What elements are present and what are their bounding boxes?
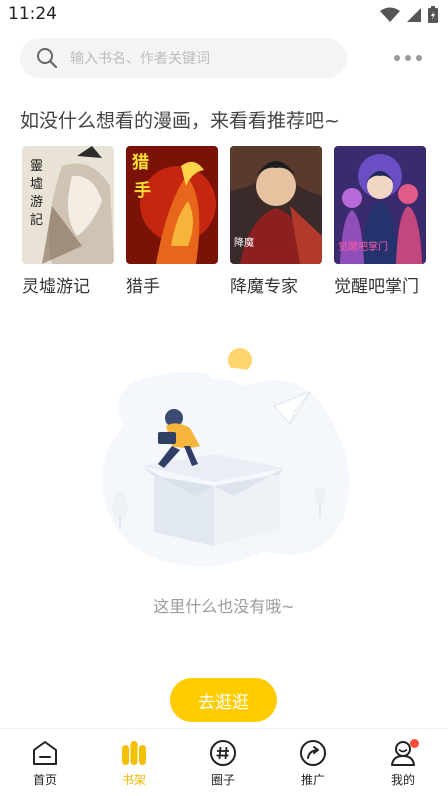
go-browse-button[interactable]: 去逛逛 [170,678,277,722]
book-cover[interactable]: 觉醒吧掌门 [334,146,426,264]
book-cover[interactable]: 猎 手 [126,146,218,264]
book-title: 灵墟游记 [22,277,90,297]
more-dot-icon [416,55,422,61]
svg-text:猎: 猎 [132,152,149,173]
book-item[interactable]: 靈 墟 游 記 灵墟游记 [22,146,114,297]
notification-badge [410,739,419,748]
more-options-button[interactable] [388,42,428,74]
search-placeholder: 输入书名、作者关键词 [70,51,210,67]
svg-text:手: 手 [134,180,151,201]
tab-label: 书架 [121,773,146,787]
search-input[interactable]: 输入书名、作者关键词 [20,38,347,78]
svg-text:降魔: 降魔 [234,236,254,249]
tab-home[interactable]: 首页 [0,729,90,796]
empty-box-illustration [102,348,349,567]
search-icon [37,48,58,69]
empty-state-text: 这里什么也没有哦~ [153,597,295,616]
status-bar: 11:24 [0,0,448,30]
svg-text:觉醒吧掌门: 觉醒吧掌门 [338,240,388,253]
tab-circle[interactable]: 圈子 [178,729,268,796]
recommend-title: 如没什么想看的漫画，来看看推荐吧~ [20,110,340,132]
book-title: 觉醒吧掌门 [334,277,419,297]
book-cover-art: 猎 手 [126,146,218,264]
bottom-tab-bar: 首页 书架 圈子 推广 我的 [0,728,448,796]
hashtag-icon [210,740,236,766]
svg-text:墟: 墟 [30,177,43,192]
tab-label: 我的 [390,773,415,787]
status-icons [380,6,438,23]
book-title: 降魔专家 [230,277,298,297]
book-item[interactable]: 觉醒吧掌门 觉醒吧掌门 [334,146,426,297]
more-dot-icon [405,55,411,61]
tab-label: 推广 [300,773,325,787]
tab-bookshelf[interactable]: 书架 [89,729,179,796]
book-item[interactable]: 猎 手 猎手 [126,146,218,297]
bookshelf-icon [122,741,146,765]
svg-text:記: 記 [30,212,43,228]
share-icon [300,740,326,766]
wifi-icon [380,7,400,22]
book-cover-art: 觉醒吧掌门 [334,146,426,264]
book-cover[interactable]: 降魔 [230,146,322,264]
book-cover-art: 降魔 [230,146,322,264]
home-icon [33,741,57,765]
book-cover-art: 靈 墟 游 記 [22,146,114,264]
status-time: 11:24 [8,4,57,24]
tab-mine[interactable]: 我的 [358,729,448,796]
battery-icon [428,6,438,23]
signal-icon [407,7,421,22]
book-title: 猎手 [126,277,160,297]
svg-text:靈: 靈 [30,159,43,174]
book-item[interactable]: 降魔 降魔专家 [230,146,322,297]
more-dot-icon [394,55,400,61]
tab-promote[interactable]: 推广 [268,729,358,796]
svg-text:游: 游 [30,195,43,210]
tab-label: 圈子 [210,773,235,787]
search-row: 输入书名、作者关键词 [20,38,428,78]
book-cover[interactable]: 靈 墟 游 記 [22,146,114,264]
recommend-book-list: 靈 墟 游 記 灵墟游记 猎 手 猎手 降魔 降魔专家 觉醒吧掌门 觉醒吧掌门 [22,146,430,297]
tab-label: 首页 [32,773,57,787]
